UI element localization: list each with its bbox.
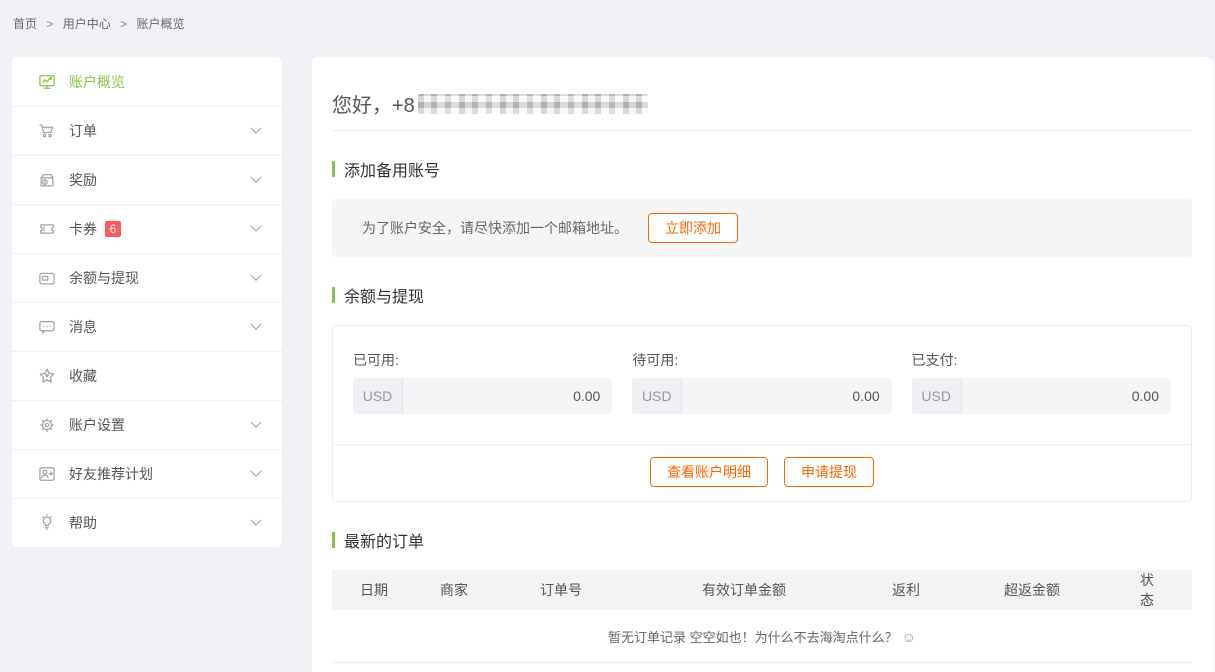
view-account-detail-button[interactable]: 查看账户明细 — [650, 457, 768, 487]
favorites-star-icon — [37, 366, 57, 386]
balance-field-available: 已可用: USD 0.00 — [353, 350, 612, 414]
help-bulb-icon — [37, 513, 57, 533]
sidebar-item-label: 余额与提现 — [69, 268, 139, 288]
orders-empty-state: 暂无订单记录 空空如也！为什么不去海淘点什么？ ☺ — [332, 610, 1192, 662]
notice-text: 为了账户安全，请尽快添加一个邮箱地址。 — [362, 218, 628, 238]
balance-card: 已可用: USD 0.00 待可用: USD 0.00 已支付: USD 0.0… — [332, 325, 1192, 502]
sidebar-item-account-overview[interactable]: 账户概览 — [12, 57, 282, 106]
sidebar-item-referral-program[interactable]: 好友推荐计划 — [12, 449, 282, 498]
greeting: 您好，+8 — [332, 89, 1192, 118]
chevron-down-icon — [250, 466, 261, 477]
request-withdraw-button[interactable]: 申请提现 — [784, 457, 874, 487]
sidebar-item-label: 帮助 — [69, 513, 97, 533]
breadcrumb-user-center[interactable]: 用户中心 — [63, 17, 111, 31]
smiley-face-icon: ☺ — [902, 629, 916, 645]
sidebar-item-label: 订单 — [69, 121, 97, 141]
currency-label: USD — [912, 378, 962, 414]
section-title-backup-account: 添加备用账号 — [332, 157, 1192, 181]
green-bar — [332, 287, 335, 303]
sidebar-item-label: 卡券 — [69, 219, 97, 239]
settings-gear-icon — [37, 415, 57, 435]
sidebar-item-label: 奖励 — [69, 170, 97, 190]
section-title-balance: 余额与提现 — [332, 283, 1192, 307]
greeting-text: 您好，+8 — [332, 89, 415, 118]
rewards-icon — [37, 170, 57, 190]
divider — [332, 130, 1192, 131]
green-bar — [332, 161, 335, 177]
column-header-rebate: 返利 — [892, 580, 1004, 600]
sidebar-item-orders[interactable]: 订单 — [12, 106, 282, 155]
main-panel: 您好，+8 添加备用账号 为了账户安全，请尽快添加一个邮箱地址。 立即添加 余额… — [312, 57, 1213, 672]
account-overview-icon — [37, 72, 57, 92]
column-header-date: 日期 — [360, 580, 440, 600]
balance-field-pending: 待可用: USD 0.00 — [632, 350, 891, 414]
balance-label: 待可用: — [632, 350, 891, 370]
section-title-text: 余额与提现 — [344, 283, 424, 307]
referral-icon — [37, 464, 57, 484]
orders-footer: 查看我的订单 — [332, 662, 1192, 672]
balance-actions: 查看账户明细 申请提现 — [333, 444, 1191, 501]
balance-label: 已可用: — [353, 350, 612, 370]
amount-box: USD 0.00 — [632, 378, 891, 414]
sidebar-item-label: 收藏 — [69, 366, 97, 386]
amount-box: USD 0.00 — [353, 378, 612, 414]
masked-phone-number — [418, 94, 648, 114]
balance-grid: 已可用: USD 0.00 待可用: USD 0.00 已支付: USD 0.0… — [333, 326, 1191, 444]
sidebar-item-help[interactable]: 帮助 — [12, 498, 282, 547]
sidebar-item-label: 账户设置 — [69, 415, 125, 435]
sidebar-item-label: 消息 — [69, 317, 97, 337]
orders-table-header: 日期 商家 订单号 有效订单金额 返利 超返金额 状态 — [332, 570, 1192, 610]
balance-field-paid: 已支付: USD 0.00 — [912, 350, 1171, 414]
breadcrumb-current: 账户概览 — [136, 17, 184, 31]
currency-label: USD — [353, 378, 403, 414]
chevron-down-icon — [250, 221, 261, 232]
add-now-button[interactable]: 立即添加 — [648, 213, 738, 243]
section-title-latest-orders: 最新的订单 — [332, 528, 1192, 552]
sidebar-item-messages[interactable]: 消息 — [12, 302, 282, 351]
column-header-valid-amount: 有效订单金额 — [702, 580, 892, 600]
messages-icon — [37, 317, 57, 337]
amount-value: 0.00 — [682, 378, 891, 414]
chevron-down-icon — [250, 270, 261, 281]
amount-value: 0.00 — [962, 378, 1171, 414]
balance-label: 已支付: — [912, 350, 1171, 370]
balance-wallet-icon — [37, 268, 57, 288]
empty-text: 暂无订单记录 空空如也！为什么不去海淘点什么？ — [608, 630, 898, 645]
sidebar-item-account-settings[interactable]: 账户设置 — [12, 400, 282, 449]
sidebar-item-favorites[interactable]: 收藏 — [12, 351, 282, 400]
breadcrumb-home[interactable]: 首页 — [13, 17, 37, 31]
currency-label: USD — [632, 378, 682, 414]
sidebar-item-balance-withdraw[interactable]: 余额与提现 — [12, 253, 282, 302]
breadcrumb: 首页 > 用户中心 > 账户概览 — [13, 15, 184, 32]
chevron-down-icon — [250, 319, 261, 330]
column-header-status: 状态 — [1140, 570, 1164, 610]
section-title-text: 最新的订单 — [344, 528, 424, 552]
sidebar-item-rewards[interactable]: 奖励 — [12, 155, 282, 204]
chevron-down-icon — [250, 515, 261, 526]
chevron-down-icon — [250, 417, 261, 428]
column-header-extra-rebate: 超返金额 — [1004, 580, 1140, 600]
green-bar — [332, 532, 335, 548]
backup-account-notice: 为了账户安全，请尽快添加一个邮箱地址。 立即添加 — [332, 199, 1192, 257]
sidebar-item-label: 账户概览 — [69, 72, 125, 92]
breadcrumb-separator: > — [46, 17, 53, 31]
chevron-down-icon — [250, 172, 261, 183]
amount-value: 0.00 — [403, 378, 612, 414]
orders-cart-icon — [37, 121, 57, 141]
sidebar-item-label: 好友推荐计划 — [69, 464, 153, 484]
coupon-count-badge: 6 — [105, 221, 121, 237]
sidebar-item-coupons[interactable]: 卡券 6 — [12, 204, 282, 253]
amount-box: USD 0.00 — [912, 378, 1171, 414]
chevron-down-icon — [250, 123, 261, 134]
breadcrumb-separator: > — [120, 17, 127, 31]
coupons-ticket-icon — [37, 219, 57, 239]
column-header-order-number: 订单号 — [540, 580, 702, 600]
section-title-text: 添加备用账号 — [344, 157, 440, 181]
column-header-merchant: 商家 — [440, 580, 540, 600]
sidebar: 账户概览 订单 奖励 卡券 6 余额与提 — [12, 57, 282, 547]
